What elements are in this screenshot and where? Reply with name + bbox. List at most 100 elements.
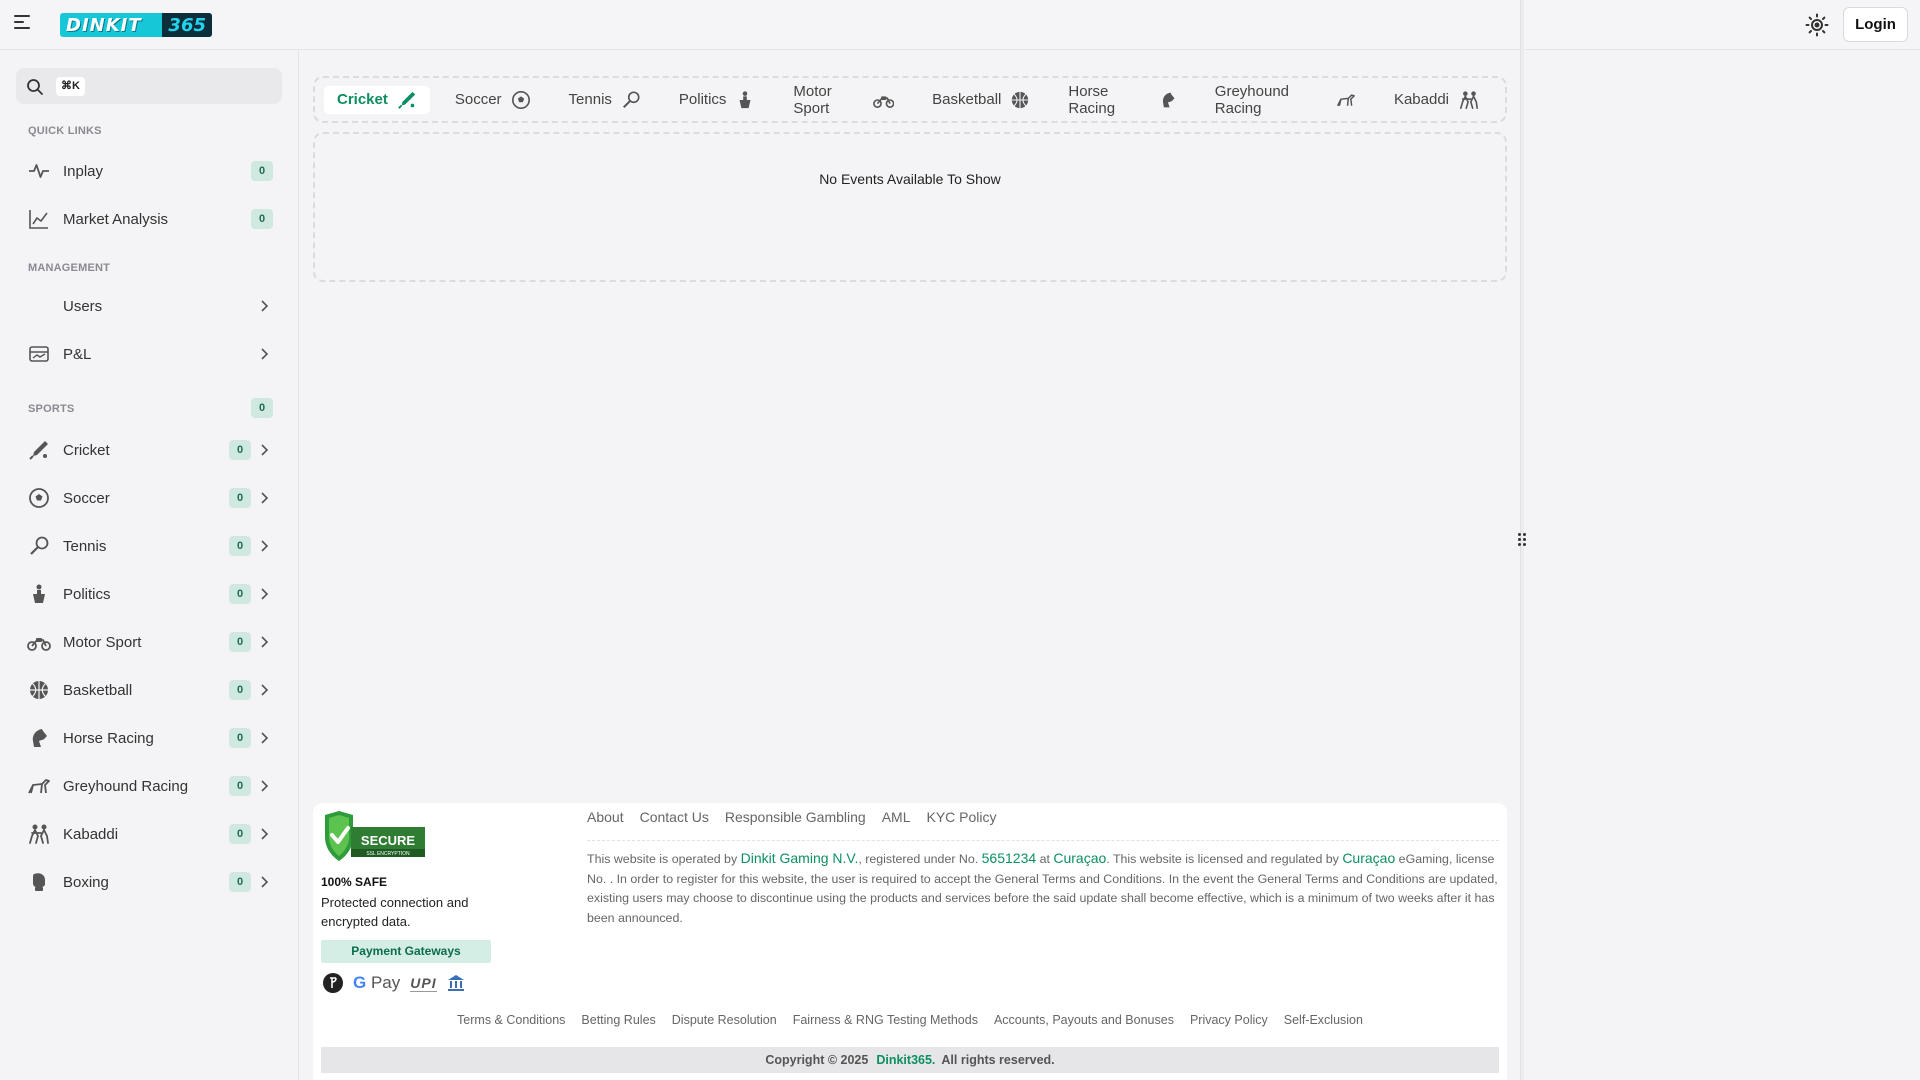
chart-line-icon [27,207,51,231]
chevron-right-icon [261,828,269,840]
sun-icon[interactable] [1804,13,1830,37]
chevron-right-icon [261,492,269,504]
count-badge: 0 [251,209,273,229]
sidebar-item-label: Boxing [63,873,109,891]
menu-icon[interactable] [14,15,34,33]
chevron-right-icon [261,540,269,552]
link-contact-us[interactable]: Contact Us [640,809,709,825]
sidebar-item-motor-sport[interactable]: Motor Sport 0 [16,622,282,662]
tab-label: Soccer [454,91,502,108]
sidebar-item-tennis[interactable]: Tennis 0 [16,526,282,566]
phonepe-icon [323,973,343,993]
legal-text: . This website is licensed and regulated… [1106,852,1343,866]
sidebar-item-basketball[interactable]: Basketball 0 [16,670,282,710]
footer-divider [587,840,1499,841]
greyhound-icon [1337,93,1356,106]
country-name: Curaçao [1053,850,1107,866]
copyright-brand: Dinkit365. [876,1053,936,1067]
upi-icon: UPI [410,974,437,992]
sidebar-item-users[interactable]: Users [16,286,282,326]
link-aml[interactable]: AML [882,809,911,825]
tab-label: Kabaddi [1393,91,1450,108]
sidebar-item-soccer[interactable]: Soccer 0 [16,478,282,518]
safe-title: 100% SAFE [321,875,388,889]
tab-greyhound-racing[interactable]: Greyhound Racing [1202,83,1369,117]
tab-cricket[interactable]: Cricket [324,85,430,114]
count-badge: 0 [251,161,273,181]
sidebar-item-label: Market Analysis [63,210,169,228]
sidebar-item-politics[interactable]: Politics 0 [16,574,282,614]
link-self-exclusion[interactable]: Self-Exclusion [1284,1013,1363,1027]
sidebar: ⌘K QUICK LINKS Inplay 0 Market Analysis … [0,50,299,1080]
logo[interactable]: DINKIT 365 [60,13,212,37]
sidebar-item-horse-racing[interactable]: Horse Racing 0 [16,718,282,758]
link-betting-rules[interactable]: Betting Rules [581,1013,655,1027]
sidebar-item-label: Politics [63,585,111,603]
chevron-right-icon [261,876,269,888]
sidebar-item-inplay[interactable]: Inplay 0 [16,151,282,191]
count-badge: 0 [229,488,251,508]
horse-icon [27,726,51,750]
legal-text: at [1036,852,1054,866]
kabaddi-icon [1460,90,1479,109]
sidebar-item-market-analysis[interactable]: Market Analysis 0 [16,199,282,239]
kabaddi-icon [27,822,51,846]
legal-text: , registered under No. [858,852,982,866]
sidebar-item-kabaddi[interactable]: Kabaddi 0 [16,814,282,854]
legal-paragraph: This website is operated by Dinkit Gamin… [587,849,1505,928]
sports-title: SPORTS [28,403,75,415]
motorbike-icon [872,95,895,108]
cricket-bat-icon [27,438,51,462]
sidebar-item-label: Tennis [63,537,107,555]
cricket-bat-icon [398,91,416,109]
tab-horse-racing[interactable]: Horse Racing [1055,83,1189,117]
search-shortcut: ⌘K [56,77,85,96]
quick-links-title: QUICK LINKS [28,125,102,137]
link-dispute-resolution[interactable]: Dispute Resolution [672,1013,777,1027]
link-kyc-policy[interactable]: KYC Policy [927,809,997,825]
chevron-right-icon [261,636,269,648]
copyright-bar: Copyright © 2025 Dinkit365. All rights r… [321,1047,1499,1073]
sidebar-item-label: P&L [63,345,92,363]
sidebar-item-label: Cricket [63,441,110,459]
ssl-secure-badge: SECURE SSL ENCRYPTION [325,811,425,861]
boxing-glove-icon [27,870,51,894]
copyright-suffix: All rights reserved. [941,1053,1055,1067]
count-badge: 0 [229,776,251,796]
tab-soccer[interactable]: Soccer [442,86,544,114]
link-responsible-gambling[interactable]: Responsible Gambling [725,809,866,825]
chevron-right-icon [261,780,269,792]
sidebar-item-label: Basketball [63,681,133,699]
sidebar-item-cricket[interactable]: Cricket 0 [16,430,282,470]
login-button[interactable]: Login [1843,7,1908,42]
link-about[interactable]: About [587,809,624,825]
management-title: MANAGEMENT [28,262,111,274]
tab-motor-sport[interactable]: Motor Sport [780,83,907,117]
events-panel: No Events Available To Show [313,132,1507,282]
sidebar-item-greyhound-racing[interactable]: Greyhound Racing 0 [16,766,282,806]
sports-count-badge: 0 [251,398,273,418]
link-fairness-rng[interactable]: Fairness & RNG Testing Methods [793,1013,978,1027]
drag-handle-icon[interactable] [1517,532,1527,548]
regulator-name: Curaçao [1342,850,1396,866]
tab-politics[interactable]: Politics [666,86,769,114]
tab-kabaddi[interactable]: Kabaddi [1381,86,1493,114]
footer-bottom-links: Terms & Conditions Betting Rules Dispute… [313,1013,1507,1027]
sidebar-item-label: Inplay [63,162,104,180]
motorbike-icon [27,630,51,654]
chevron-right-icon [261,444,269,456]
link-privacy-policy[interactable]: Privacy Policy [1190,1013,1268,1027]
link-accounts-payouts[interactable]: Accounts, Payouts and Bonuses [994,1013,1174,1027]
tab-tennis[interactable]: Tennis [556,86,654,114]
sidebar-item-label: Horse Racing [63,729,154,747]
count-badge: 0 [229,824,251,844]
tab-basketball[interactable]: Basketball [919,86,1043,114]
search-input[interactable]: ⌘K [16,68,282,104]
link-terms-conditions[interactable]: Terms & Conditions [457,1013,565,1027]
google-pay-icon: G Pay [353,973,401,992]
sidebar-item-boxing[interactable]: Boxing 0 [16,862,282,902]
chevron-right-icon [261,300,269,312]
sidebar-item-pnl[interactable]: P&L [16,334,282,374]
pnl-icon [27,342,51,366]
sidebar-item-label: Kabaddi [63,825,119,843]
